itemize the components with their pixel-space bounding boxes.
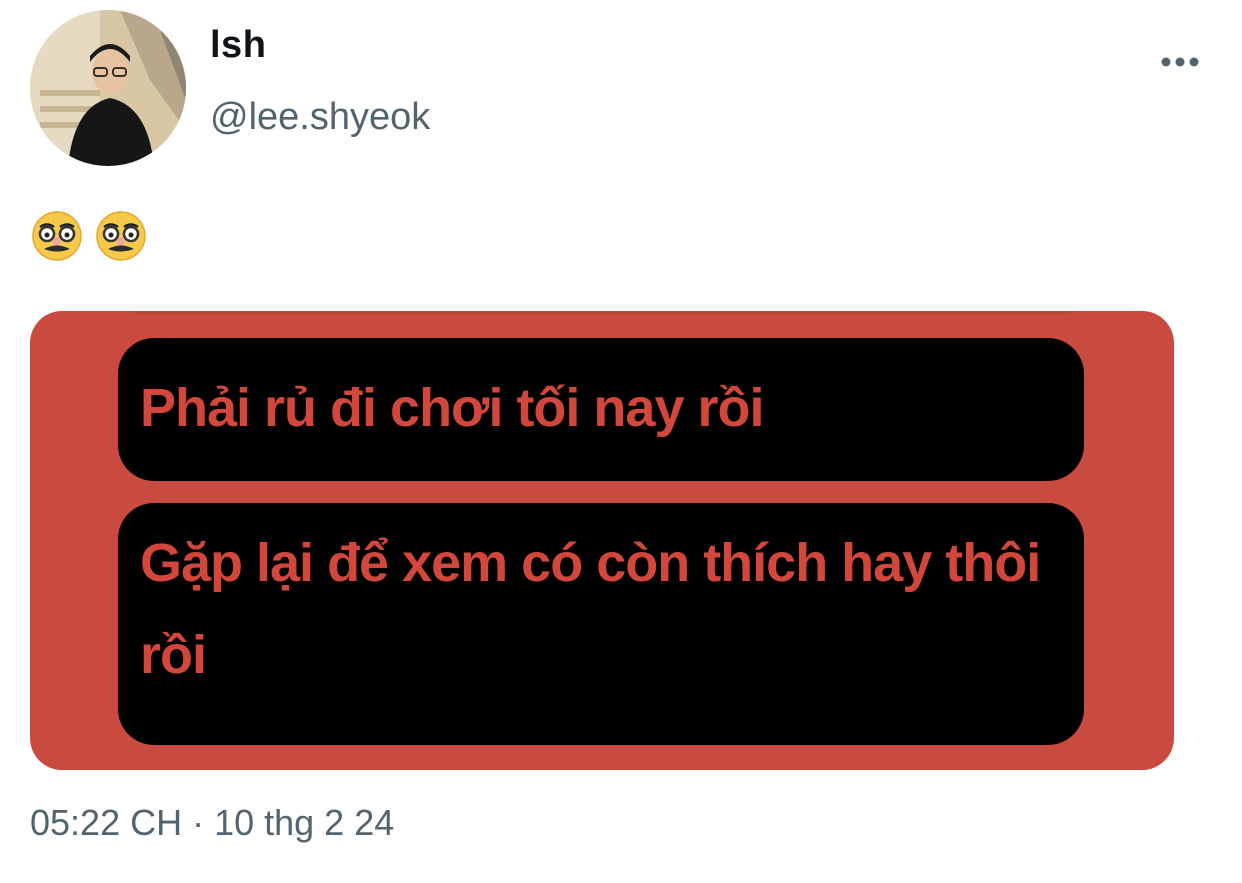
- more-dots-icon: [1161, 57, 1199, 67]
- tweet-text: [30, 208, 148, 264]
- disguised-face-emoji-icon: [32, 211, 82, 261]
- message-text: Phải rủ đi chơi tối nay rồi: [140, 378, 764, 438]
- author-display-name[interactable]: lsh: [210, 24, 266, 67]
- author-handle[interactable]: @lee.shyeok: [210, 96, 430, 139]
- disguised-face-emoji-icon: [96, 211, 146, 261]
- message-bubble: Phải rủ đi chơi tối nay rồi: [118, 338, 1084, 481]
- more-options-button[interactable]: [1150, 44, 1210, 80]
- previous-bubble-edge: [120, 311, 1086, 315]
- tweet-media-image[interactable]: Phải rủ đi chơi tối nay rồi Gặp lại để x…: [30, 311, 1174, 770]
- author-avatar[interactable]: [30, 10, 186, 166]
- message-bubble: Gặp lại để xem có còn thích hay thôi rồi: [118, 503, 1084, 745]
- tweet-timestamp[interactable]: 05:22 CH · 10 thg 2 24: [30, 802, 394, 844]
- avatar-photo: [30, 10, 186, 166]
- message-text: Gặp lại để xem có còn thích hay thôi rồi: [140, 533, 1041, 685]
